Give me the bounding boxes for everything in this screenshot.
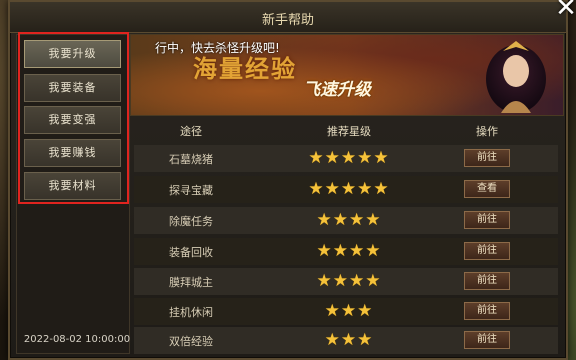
route-name: 探寻宝藏 — [169, 184, 213, 197]
route-name: 挂机休闲 — [169, 306, 213, 319]
route-name: 石墓烧猪 — [169, 153, 213, 166]
close-icon[interactable]: ✕ — [552, 0, 576, 22]
header-rating: 推荐星级 — [327, 125, 371, 138]
go-button[interactable]: 前往 — [464, 331, 510, 349]
tab-make-money[interactable]: 我要赚钱 — [24, 139, 121, 167]
banner-slogan: 飞速升级 — [303, 80, 371, 100]
route-name: 双倍经验 — [169, 335, 213, 348]
star-rating: ★★★★ — [316, 210, 382, 230]
banner-image: 海量经验 行中，快去杀怪升级吧! 飞速升级 — [130, 34, 564, 116]
go-button[interactable]: 前往 — [464, 211, 510, 229]
route-name: 除魔任务 — [169, 215, 213, 228]
datetime-text: 2022-08-02 10:00:00 — [23, 334, 131, 345]
help-panel: 新手帮助 我要升级 我要装备 我要变强 我要赚钱 我要材料 2022-08-02… — [8, 0, 568, 360]
table-row: 挂机休闲 ★★★ 前往 — [134, 298, 558, 325]
table-row: 装备回收 ★★★★ 前往 — [134, 238, 558, 265]
star-rating: ★★★ — [324, 301, 374, 321]
banner-mission-text: 行中，快去杀怪升级吧! — [155, 41, 280, 55]
table-row: 除魔任务 ★★★★ 前往 — [134, 207, 558, 234]
table-row: 双倍经验 ★★★ 前往 — [134, 327, 558, 354]
star-rating: ★★★★ — [316, 241, 382, 261]
route-table: 途径 推荐星级 操作 石墓烧猪 ★★★★★ 前往 探寻宝藏 ★★★★★ 查看 除… — [134, 120, 558, 354]
go-button[interactable]: 前往 — [464, 149, 510, 167]
tab-materials[interactable]: 我要材料 — [24, 172, 121, 200]
star-rating: ★★★ — [324, 330, 374, 350]
route-name: 装备回收 — [169, 246, 213, 259]
star-rating: ★★★★★ — [308, 179, 390, 199]
table-row: 石墓烧猪 ★★★★★ 前往 — [134, 145, 558, 172]
go-button[interactable]: 前往 — [464, 302, 510, 320]
panel-title: 新手帮助 — [261, 13, 314, 28]
table-row: 膜拜城主 ★★★★ 前往 — [134, 268, 558, 295]
table-row: 探寻宝藏 ★★★★★ 查看 — [134, 176, 558, 203]
view-button[interactable]: 查看 — [464, 180, 510, 198]
header-action: 操作 — [476, 125, 498, 138]
tab-get-stronger[interactable]: 我要变强 — [24, 106, 121, 134]
title-bar[interactable]: 新手帮助 — [10, 2, 566, 33]
table-header: 途径 推荐星级 操作 — [134, 120, 558, 140]
route-name: 膜拜城主 — [169, 276, 213, 289]
go-button[interactable]: 前往 — [464, 242, 510, 260]
star-rating: ★★★★★ — [308, 148, 390, 168]
tab-equipment[interactable]: 我要装备 — [24, 74, 121, 102]
header-route: 途径 — [180, 125, 202, 138]
character-portrait-icon — [486, 41, 546, 113]
star-rating: ★★★★ — [316, 271, 382, 291]
go-button[interactable]: 前往 — [464, 272, 510, 290]
tab-level-up[interactable]: 我要升级 — [24, 40, 121, 68]
